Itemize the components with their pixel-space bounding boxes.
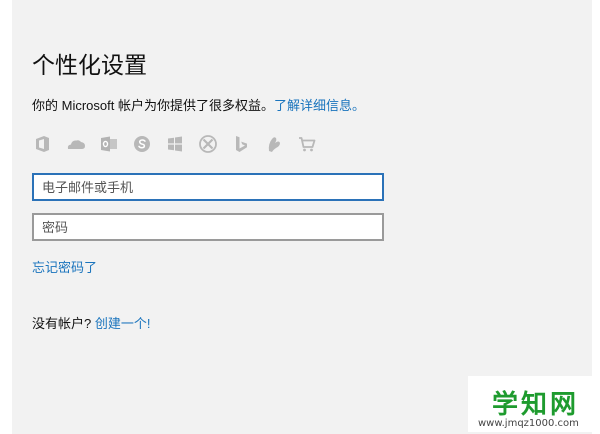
xbox-icon — [197, 133, 219, 155]
description-text: 你的 Microsoft 帐户为你提供了很多权益。 — [32, 98, 274, 113]
description: 你的 Microsoft 帐户为你提供了很多权益。了解详细信息。 — [32, 95, 365, 114]
outlook-icon — [98, 133, 120, 155]
signup-prompt: 没有帐户? — [32, 316, 95, 331]
password-field[interactable] — [32, 213, 384, 241]
office-icon — [32, 133, 54, 155]
store-icon — [296, 133, 318, 155]
service-icons — [32, 133, 318, 155]
windows-icon — [164, 133, 186, 155]
msn-icon — [263, 133, 285, 155]
signin-panel: 个性化设置 你的 Microsoft 帐户为你提供了很多权益。了解详细信息。 电… — [12, 0, 592, 434]
watermark-url: www.jmqz1000.com — [478, 418, 579, 429]
onedrive-icon — [65, 133, 87, 155]
signup-row: 没有帐户? 创建一个! — [32, 313, 150, 332]
learn-more-link[interactable]: 了解详细信息。 — [274, 98, 365, 113]
watermark-logo: 学知网 — [492, 390, 580, 420]
bing-icon — [230, 133, 252, 155]
create-account-link[interactable]: 创建一个! — [95, 316, 151, 331]
forgot-password-link[interactable]: 忘记密码了 — [32, 257, 97, 276]
email-field[interactable] — [32, 173, 384, 201]
page-title: 个性化设置 — [32, 52, 147, 78]
skype-icon — [131, 133, 153, 155]
